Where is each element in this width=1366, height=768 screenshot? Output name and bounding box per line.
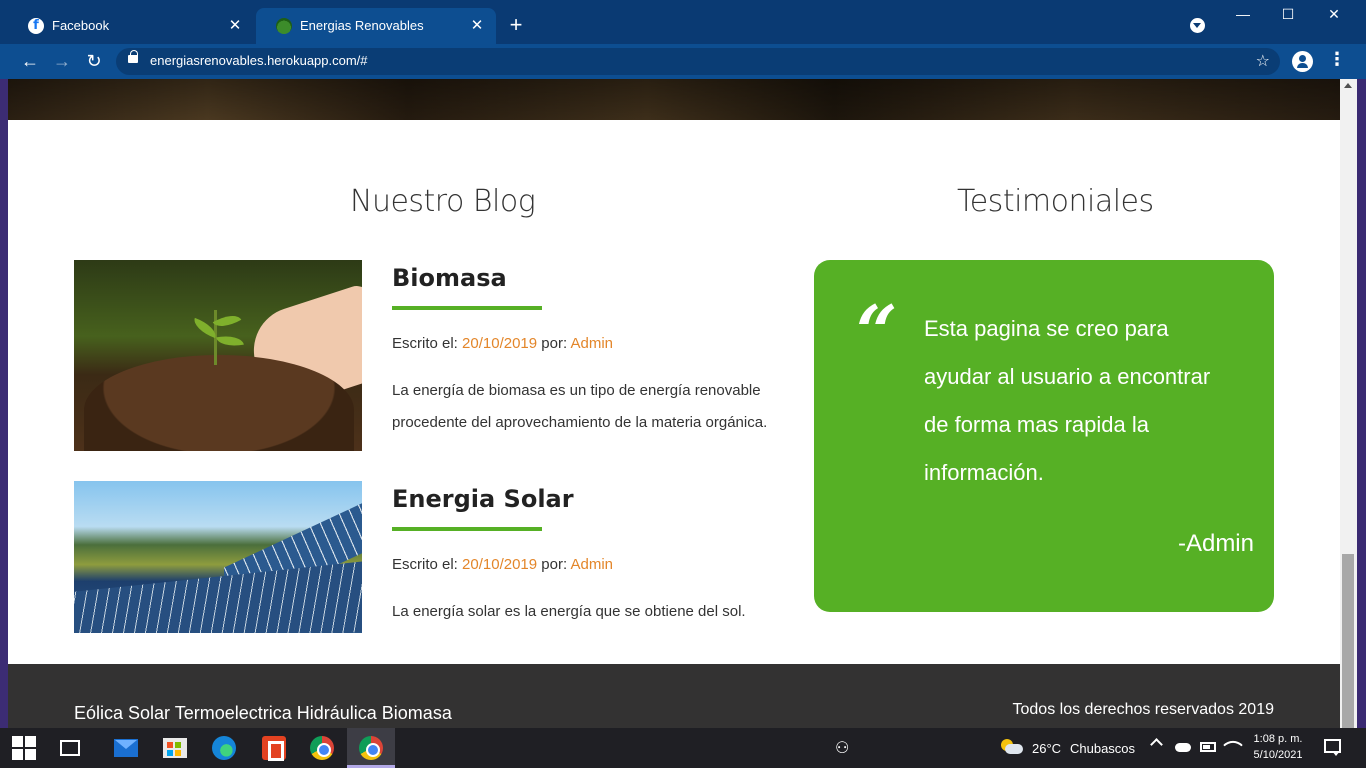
post-title[interactable]: Energia Solar [392, 485, 574, 513]
clock-date: 5/10/2021 [1253, 749, 1303, 761]
footer-copyright: Todos los derechos reservados 2019 [1012, 701, 1275, 718]
testimonial-quote: Esta pagina se creo para ayudar al usuar… [924, 316, 1211, 485]
tab-title: Energias Renovables [300, 18, 424, 33]
weather-description[interactable]: Chubascos [1070, 741, 1135, 756]
footer-categories: Eólica Solar Termoelectrica Hidráulica B… [74, 703, 452, 723]
post-meta: Escrito el: 20/10/2019 por: Admin [392, 556, 614, 573]
tab-search-icon[interactable] [1190, 18, 1205, 33]
store-icon[interactable] [163, 738, 187, 758]
biomasa-post-image[interactable] [74, 260, 362, 451]
eco-leaf-icon [276, 18, 292, 34]
lock-icon[interactable] [128, 50, 138, 63]
clock-time: 1:08 p. m. [1253, 733, 1303, 745]
weather-temperature[interactable]: 26°C [1032, 741, 1061, 756]
people-icon[interactable]: ⚇ [835, 738, 849, 758]
tab-title: Facebook [52, 18, 110, 33]
battery-icon[interactable] [1200, 742, 1216, 752]
post-date: 20/10/2019 [462, 335, 538, 352]
url-text[interactable]: energiasrenovables.herokuapp.com/# [150, 53, 368, 68]
page-scrollbar[interactable] [1340, 79, 1357, 728]
post-excerpt: La energía de biomasa es un tipo de ener… [392, 382, 768, 431]
close-window-button[interactable]: ✕ [1314, 6, 1354, 23]
title-underline [392, 527, 542, 531]
title-underline [392, 306, 542, 310]
facebook-icon: f [28, 18, 44, 34]
reload-icon[interactable]: ↻ [82, 50, 106, 72]
profile-avatar-icon[interactable] [1292, 51, 1313, 72]
hero-image-bottom [8, 79, 1340, 120]
taskbar-clock[interactable]: 1:08 p. m. 5/10/2021 [1251, 731, 1305, 763]
office-icon[interactable] [262, 736, 286, 761]
blog-section-title: Nuestro Blog [350, 184, 536, 219]
minimize-button[interactable]: — [1223, 6, 1263, 22]
browser-toolbar: ← → ↻ energiasrenovables.herokuapp.com/#… [0, 44, 1366, 79]
post-title[interactable]: Biomasa [392, 264, 507, 292]
post-excerpt: La energía solar es la energía que se ob… [392, 603, 746, 620]
mail-icon[interactable] [114, 739, 138, 757]
desktop-background [0, 79, 8, 728]
new-tab-button[interactable]: + [506, 14, 526, 36]
forward-arrow-icon[interactable]: → [50, 50, 74, 72]
close-tab-icon[interactable]: ✕ [226, 16, 244, 34]
tab-facebook[interactable]: f Facebook ✕ [8, 8, 254, 44]
bookmark-star-icon[interactable]: ☆ [1256, 51, 1270, 71]
testimonial-author: -Admin [1177, 530, 1254, 557]
post-author-link[interactable]: Admin [570, 335, 613, 352]
testimonials-section-title: Testimoniales [957, 184, 1154, 219]
quote-mark-icon: “ [856, 289, 898, 374]
browser-tab-bar: f Facebook ✕ Energias Renovables ✕ + — ☐… [0, 0, 1366, 44]
edge-icon[interactable] [212, 736, 236, 760]
tab-energias-renovables[interactable]: Energias Renovables ✕ [256, 8, 496, 44]
maximize-button[interactable]: ☐ [1268, 6, 1308, 23]
chrome-icon[interactable] [310, 736, 334, 760]
windows-taskbar: ⚇ 26°C Chubascos 1:08 p. m. 5/10/2021 [0, 728, 1366, 768]
close-tab-icon[interactable]: ✕ [468, 16, 486, 34]
scroll-up-arrow-icon[interactable] [1344, 83, 1352, 88]
onedrive-icon[interactable] [1175, 743, 1191, 752]
wifi-icon[interactable] [1223, 735, 1243, 755]
task-view-icon[interactable] [60, 740, 80, 756]
weather-cloud-sun-icon[interactable] [1001, 739, 1023, 755]
desktop-background [1357, 79, 1366, 728]
browser-menu-icon[interactable]: ⋮ [1328, 49, 1346, 70]
post-meta: Escrito el: 20/10/2019 por: Admin [392, 335, 614, 352]
page-viewport: Nuestro Blog Testimoniales Biomasa Escri… [8, 79, 1340, 728]
site-footer: Eólica Solar Termoelectrica Hidráulica B… [8, 664, 1340, 728]
tray-chevron-up-icon[interactable] [1150, 738, 1163, 751]
address-bar[interactable]: energiasrenovables.herokuapp.com/# ☆ [116, 48, 1280, 75]
scrollbar-thumb[interactable] [1342, 554, 1354, 728]
post-author-link[interactable]: Admin [570, 556, 613, 573]
back-arrow-icon[interactable]: ← [18, 50, 42, 72]
chrome-profile-icon[interactable] [359, 736, 383, 760]
energia-solar-post-image[interactable] [74, 481, 362, 633]
windows-start-icon[interactable] [12, 736, 36, 760]
notification-icon[interactable] [1324, 739, 1341, 756]
testimonial-card: “ Esta pagina se creo para ayudar al usu… [814, 260, 1274, 612]
post-date: 20/10/2019 [462, 556, 538, 573]
